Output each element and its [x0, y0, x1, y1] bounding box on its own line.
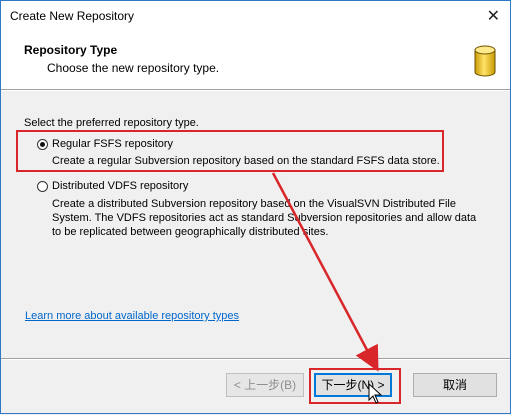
- create-repository-dialog: Create New Repository ✕ Repository Type …: [0, 0, 511, 414]
- annotation-arrow: [271, 172, 383, 404]
